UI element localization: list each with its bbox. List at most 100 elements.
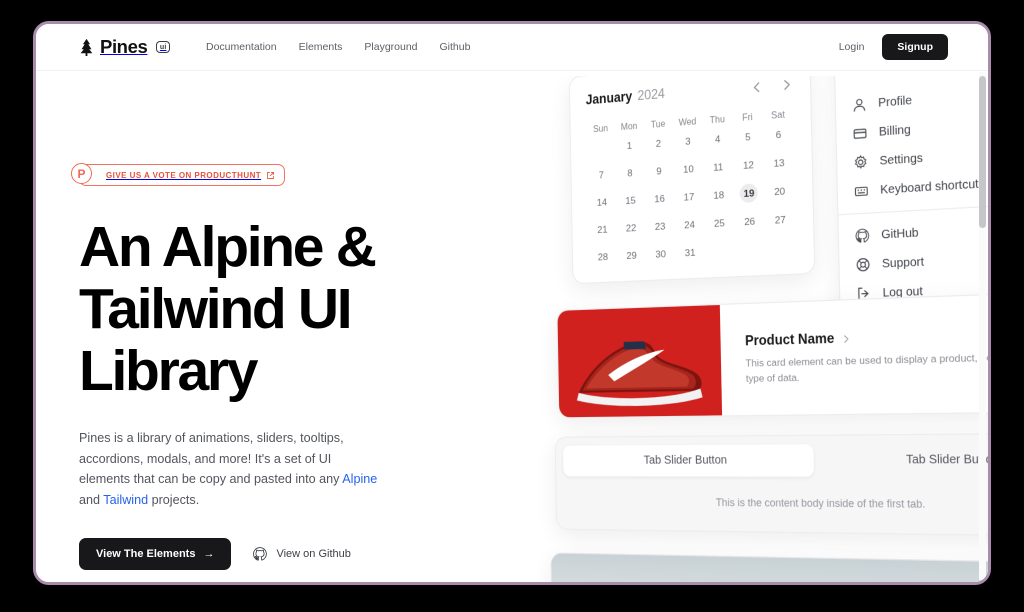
tab-list: Tab Slider Button Tab Slider Button 2 [562, 443, 988, 477]
nav-auth-actions: Login Signup [839, 34, 948, 60]
nav-item-github[interactable]: Github [440, 41, 471, 53]
calendar-day[interactable]: 6 [763, 124, 794, 145]
calendar-day[interactable]: 17 [674, 187, 704, 207]
component-showcase: January 2024 Sun Mon Tue Wed Thu Fri Sat 12 [514, 76, 988, 582]
calendar-day-grid: 1 2 3 4 5 6 7 8 9 10 11 12 13 14 15 16 17 18 19 20 21 22 23 24 2… [586, 124, 796, 267]
calendar-day[interactable]: 1 [615, 135, 644, 155]
producthunt-badge-text: GIVE US A VOTE ON PRODUCTHUNT [106, 170, 262, 180]
calendar-day[interactable]: 7 [587, 165, 616, 185]
product-card[interactable]: Product Name This card element can be us… [556, 289, 988, 419]
calendar-day[interactable]: 29 [617, 245, 646, 265]
nav-item-documentation[interactable]: Documentation [206, 41, 277, 53]
calendar-nav-buttons [751, 77, 793, 93]
chevron-left-icon[interactable] [751, 80, 764, 94]
page-viewport: Pines ui Documentation Elements Playgrou… [36, 24, 988, 582]
browser-window-frame: Pines ui Documentation Elements Playgrou… [33, 21, 991, 585]
calendar-day[interactable]: 9 [644, 161, 674, 181]
calendar-day[interactable]: 18 [704, 185, 734, 206]
calendar-day[interactable]: 16 [645, 188, 675, 208]
arrow-right-icon: → [203, 547, 215, 560]
video-player[interactable] [550, 552, 988, 582]
menu-item-label: Billing [878, 123, 911, 139]
product-image [557, 304, 723, 418]
hero-actions: View The Elements → View on Github [79, 537, 479, 570]
calendar-day[interactable]: 10 [673, 159, 703, 180]
calendar-day[interactable]: 21 [588, 219, 617, 239]
nav-item-playground[interactable]: Playground [364, 41, 417, 53]
calendar-day[interactable]: 26 [734, 211, 765, 231]
calendar-day[interactable]: 24 [675, 215, 705, 235]
github-icon [253, 547, 268, 561]
user-icon [852, 97, 866, 113]
product-description: This card element can be used to display… [745, 349, 988, 385]
tab-slider-button-1[interactable]: Tab Slider Button [562, 444, 815, 477]
menu-item-label: Keyboard shortcuts [880, 176, 985, 197]
view-github-label: View on Github [276, 547, 351, 560]
calendar-day[interactable]: 22 [616, 218, 645, 238]
calendar-weekday: Sun [592, 123, 609, 135]
tailwind-link[interactable]: Tailwind [103, 493, 148, 507]
alpine-link[interactable]: Alpine [342, 472, 377, 486]
tab-content-body: This is the content body inside of the f… [715, 496, 926, 511]
view-on-github-link[interactable]: View on Github [253, 547, 351, 561]
brand-logo-link[interactable]: Pines ui [79, 36, 170, 58]
calendar-month: January [585, 90, 633, 108]
calendar-day[interactable]: 3 [673, 131, 703, 152]
chevron-right-icon [841, 334, 851, 344]
producthunt-vote-badge[interactable]: P GIVE US A VOTE ON PRODUCTHUNT [71, 163, 289, 190]
calendar-day[interactable]: 23 [645, 216, 675, 236]
lifebuoy-icon [856, 257, 870, 272]
hero-desc-part2: and [79, 492, 104, 507]
tab-slider-button-2[interactable]: Tab Slider Button 2 [820, 443, 988, 477]
calendar-day[interactable]: 30 [646, 244, 676, 264]
calendar-day[interactable]: 27 [765, 209, 796, 230]
product-name: Product Name [744, 332, 835, 349]
calendar-day-selected[interactable]: 19 [739, 183, 759, 204]
product-card-body: Product Name This card element can be us… [720, 291, 988, 415]
top-navigation-bar: Pines ui Documentation Elements Playgrou… [36, 24, 988, 71]
calendar-day[interactable]: 12 [733, 155, 764, 176]
pine-tree-icon [80, 38, 93, 56]
chevron-right-icon[interactable] [780, 77, 793, 91]
calendar-day[interactable]: 20 [764, 181, 795, 202]
gear-icon [853, 155, 867, 170]
menu-item-label: Settings [879, 151, 923, 168]
account-dropdown-menu: My Account Profile⇧⌘Billing⌘Settings⌘SKe… [833, 76, 988, 319]
menu-item-label: Support [881, 255, 925, 271]
keyboard-icon [854, 184, 868, 199]
calendar-day[interactable]: 13 [763, 152, 794, 173]
brand-name: Pines [100, 36, 148, 57]
calendar-day[interactable]: 4 [703, 129, 733, 150]
nav-links: Documentation Elements Playground Github [206, 41, 470, 53]
external-link-icon [267, 171, 275, 179]
menu-item-label: GitHub [881, 226, 919, 242]
calendar-header: January 2024 [586, 77, 793, 108]
signup-button[interactable]: Signup [882, 34, 948, 60]
calendar-day[interactable]: 31 [675, 242, 705, 262]
calendar-day[interactable]: 5 [732, 126, 763, 147]
hero-desc-part1: Pines is a library of animations, slider… [79, 431, 344, 487]
tab-slider-widget: Tab Slider Button Tab Slider Button 2 Th… [554, 432, 988, 538]
calendar-day[interactable]: 28 [588, 247, 617, 267]
video-sky [551, 553, 988, 582]
scrollbar-thumb[interactable] [979, 76, 986, 228]
view-elements-label: View The Elements [96, 547, 196, 560]
calendar-day[interactable]: 8 [615, 163, 644, 183]
calendar-day[interactable]: 14 [587, 192, 616, 212]
login-link[interactable]: Login [839, 41, 865, 53]
page-title: An Alpine & Tailwind UI Library [79, 215, 377, 404]
brand-ui-badge: ui [156, 41, 170, 53]
hero-description: Pines is a library of animations, slider… [79, 428, 384, 510]
menu-item-label: Profile [878, 93, 913, 110]
calendar-widget[interactable]: January 2024 Sun Mon Tue Wed Thu Fri Sat 12 [568, 76, 816, 285]
calendar-day[interactable]: 15 [616, 190, 645, 210]
nav-item-elements[interactable]: Elements [299, 41, 343, 53]
calendar-day[interactable]: 11 [703, 157, 733, 178]
showcase-tilted-stage: January 2024 Sun Mon Tue Wed Thu Fri Sat 12 [514, 76, 988, 582]
hero-desc-part3: projects. [148, 492, 200, 507]
calendar-day[interactable]: 2 [644, 133, 674, 154]
calendar-day[interactable]: 25 [704, 213, 734, 233]
red-running-shoe-image [576, 339, 703, 407]
view-the-elements-button[interactable]: View The Elements → [79, 537, 232, 570]
hero-section: P GIVE US A VOTE ON PRODUCTHUNT An Alpin… [71, 163, 479, 570]
